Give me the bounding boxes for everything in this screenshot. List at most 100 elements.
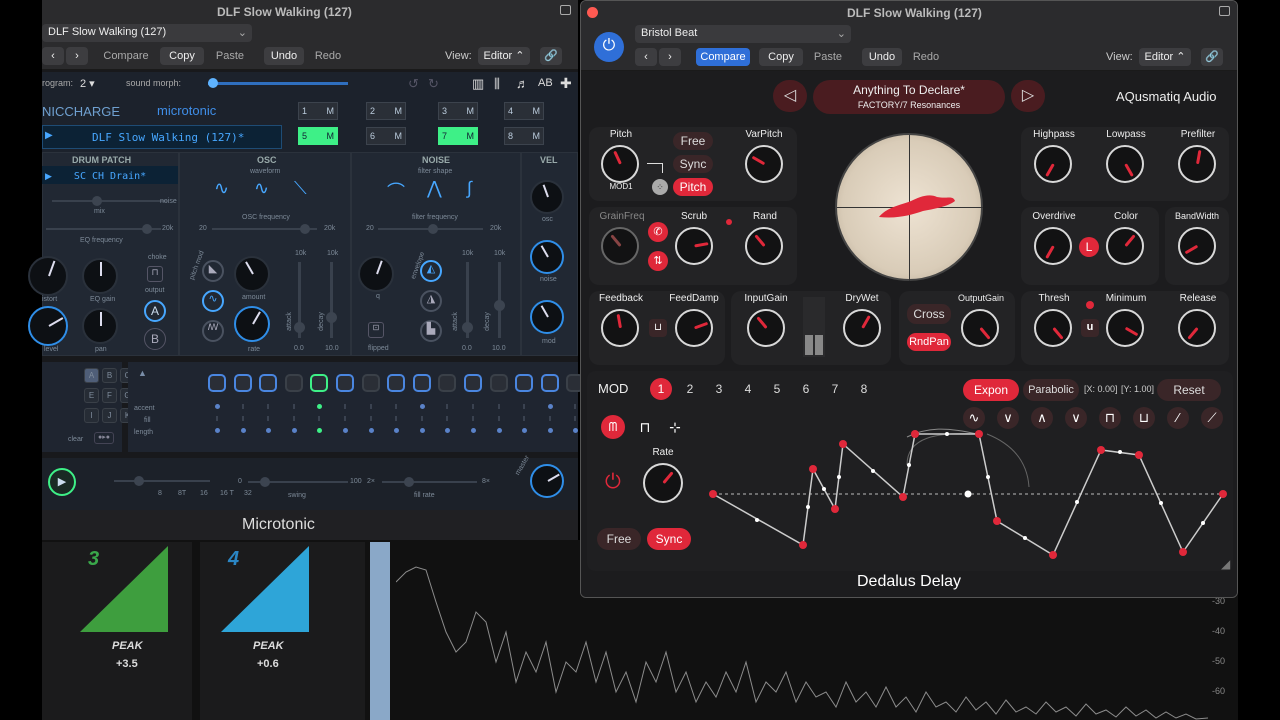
dd-back-button[interactable]: ‹ <box>635 48 657 66</box>
dd-copy-button[interactable]: Copy <box>759 48 803 66</box>
mod-slot-8[interactable]: 8 <box>853 378 875 400</box>
master-knob[interactable] <box>530 464 564 498</box>
thresh-knob[interactable] <box>1034 309 1072 347</box>
highpass-knob[interactable] <box>1034 145 1072 183</box>
length-dot[interactable] <box>547 428 553 433</box>
eq-gain-knob[interactable] <box>82 258 118 294</box>
fill-line[interactable] <box>395 416 398 421</box>
pan-knob[interactable] <box>82 308 118 344</box>
accent-line[interactable] <box>241 404 244 409</box>
mod-env-button[interactable]: ᗰ <box>601 415 625 439</box>
pattern-button-j[interactable]: J <box>102 408 117 423</box>
pitch-knob[interactable] <box>601 145 639 183</box>
noise-attack-fader[interactable] <box>462 262 473 338</box>
minimum-knob[interactable] <box>1106 309 1144 347</box>
fill-line[interactable] <box>523 416 526 421</box>
fill-line[interactable] <box>267 416 270 421</box>
env-mod-button[interactable]: ▙ <box>420 320 442 342</box>
parabolic-button[interactable]: Parabolic <box>1023 379 1079 401</box>
mixer-icon[interactable]: ▥ <box>472 76 484 92</box>
dd-expand-icon[interactable] <box>1219 6 1230 16</box>
mod-random-button[interactable]: ⊹ <box>663 415 687 439</box>
sine-mod-button[interactable]: ∿ <box>202 290 224 312</box>
mod-slot-1[interactable]: 1 <box>650 378 672 400</box>
step-button[interactable] <box>515 374 534 392</box>
view-select[interactable]: Editor ⌃ <box>478 47 530 65</box>
length-dot[interactable] <box>419 428 425 433</box>
accent-line[interactable] <box>523 404 526 409</box>
mute-button[interactable]: M <box>327 128 335 144</box>
step-button[interactable] <box>387 374 406 392</box>
mute-button[interactable]: M <box>533 103 541 119</box>
drum-patch-display[interactable]: ▶ SC CH Drain* <box>42 166 178 184</box>
prefilter-knob[interactable] <box>1178 145 1216 183</box>
decay-mod-button[interactable]: ◣ <box>202 260 224 282</box>
program-select[interactable]: 2 ▾ <box>80 77 95 90</box>
noise-mod-button[interactable]: ꟿ <box>202 320 224 342</box>
accent-line[interactable] <box>472 404 474 409</box>
swing-slider[interactable] <box>248 477 348 487</box>
mod-slot-7[interactable]: 7 <box>824 378 846 400</box>
redo-button[interactable]: Redo <box>308 47 348 65</box>
ramp-up-shape-icon[interactable]: ⁄ <box>1167 407 1189 429</box>
fill-line[interactable] <box>472 416 474 421</box>
step-button[interactable] <box>489 374 508 392</box>
fill-line[interactable] <box>548 416 551 421</box>
triangle-shape-icon[interactable]: ∧ <box>1031 407 1053 429</box>
pattern-button-i[interactable]: I <box>84 408 99 423</box>
color-knob[interactable] <box>1106 227 1144 265</box>
paste-button[interactable]: Paste <box>208 47 252 65</box>
accent-dot[interactable] <box>547 404 553 409</box>
copy-button[interactable]: Copy <box>160 47 204 65</box>
saw-shape-icon[interactable]: ⟋ <box>1201 407 1223 429</box>
mute-button[interactable]: M <box>533 128 541 144</box>
length-dot[interactable] <box>471 428 476 433</box>
vel-osc-knob[interactable] <box>530 180 564 214</box>
outputgain-knob[interactable] <box>961 309 999 347</box>
preset-prev-button[interactable]: ◁ <box>773 80 807 112</box>
accent-line[interactable] <box>267 404 270 409</box>
resize-handle-icon[interactable]: ◢ <box>1221 557 1230 571</box>
limiter-u-button[interactable]: u <box>1081 319 1099 337</box>
step-button[interactable] <box>284 374 303 392</box>
drum-channel-8[interactable]: 8M <box>504 127 544 145</box>
choke-button[interactable]: ⊓ <box>147 266 163 282</box>
pulse-shape-icon[interactable]: ⊔ <box>1133 407 1155 429</box>
fill-line[interactable] <box>216 416 218 421</box>
pattern-button-a[interactable]: A <box>84 368 99 383</box>
fill-rate-slider[interactable] <box>382 477 477 487</box>
step-button[interactable] <box>464 374 482 392</box>
fill-line[interactable] <box>344 416 346 421</box>
dd-redo-button[interactable]: Redo <box>906 48 946 66</box>
overdrive-knob[interactable] <box>1034 227 1072 265</box>
mute-button[interactable]: M <box>467 128 475 144</box>
cross-button[interactable]: Cross <box>907 304 951 324</box>
mute-button[interactable]: M <box>467 103 475 119</box>
length-dot[interactable] <box>215 428 220 433</box>
link-icon[interactable]: 🔗 <box>540 47 562 65</box>
mt-preset-select[interactable]: DLF Slow Walking (127) ⌄ <box>42 24 252 42</box>
fill-line[interactable] <box>497 416 500 421</box>
bandpass-shape-icon[interactable]: ⋀ <box>427 178 442 199</box>
color-l-button[interactable]: L <box>1079 237 1099 257</box>
accent-dot[interactable] <box>419 404 425 409</box>
back-button[interactable]: ‹ <box>42 47 64 65</box>
drum-channel-2[interactable]: 2M <box>366 102 406 120</box>
pattern-button-e[interactable]: E <box>84 388 99 403</box>
rndpan-button[interactable]: RndPan <box>907 333 951 351</box>
forward-button[interactable]: › <box>66 47 88 65</box>
mod-sync-button[interactable]: Sync <box>647 528 691 550</box>
mute-button[interactable]: M <box>395 128 403 144</box>
lowpass-knob[interactable] <box>1106 145 1144 183</box>
fill-line[interactable] <box>318 416 321 421</box>
morph-slider[interactable] <box>208 78 348 88</box>
piano-icon[interactable]: ♬ <box>516 76 529 91</box>
length-dot[interactable] <box>343 428 348 433</box>
drum-channel-3[interactable]: 3M <box>438 102 478 120</box>
feedback-link-button[interactable]: ⊔ <box>649 319 667 337</box>
fill-line[interactable] <box>369 416 372 421</box>
settings-icon[interactable]: ✚ <box>560 75 572 92</box>
mod-step-button[interactable]: ⊓ <box>633 415 657 439</box>
mod-slot-5[interactable]: 5 <box>766 378 788 400</box>
grainfreq-knob[interactable] <box>601 227 639 265</box>
